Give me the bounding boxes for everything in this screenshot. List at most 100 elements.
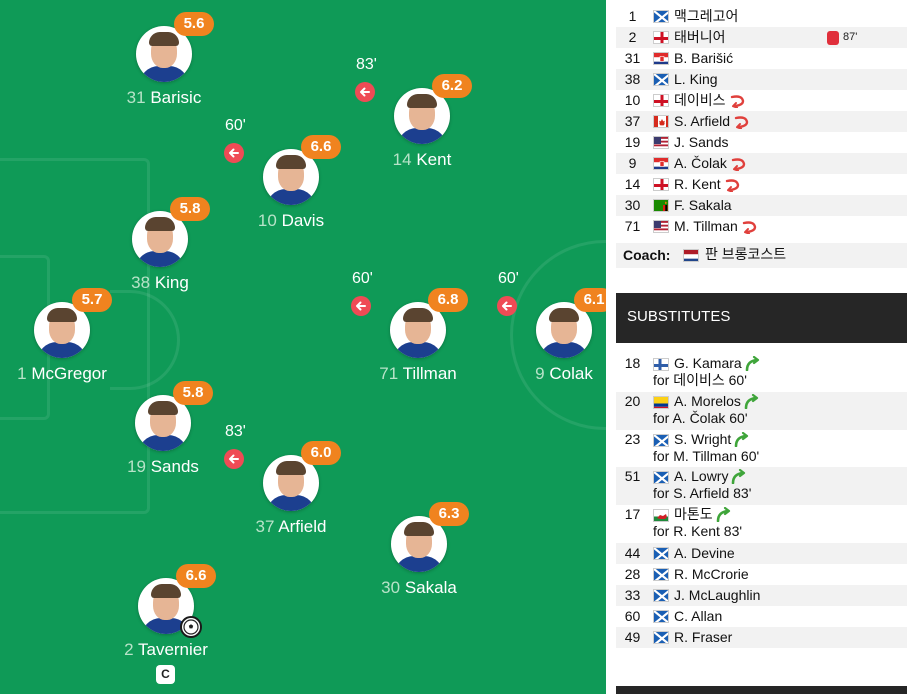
sub-off-arrow-icon — [729, 94, 747, 111]
lineup-row[interactable]: 37 S. Arfield — [616, 111, 907, 132]
shirt-number: 49 — [624, 629, 641, 645]
substitute-row[interactable]: 51 A. Lowry for S. Arfield 83' — [616, 467, 907, 505]
player-number: 19 — [127, 457, 146, 476]
player-shirt — [397, 128, 447, 144]
substitute-row[interactable]: 49 R. Fraser — [616, 627, 907, 648]
shirt-number: 18 — [624, 355, 641, 371]
player-label[interactable]: 2 Tavernier — [91, 639, 241, 661]
croatia-flag-icon — [653, 157, 669, 170]
sub-off-arrow-icon — [724, 178, 742, 195]
lineup-row[interactable]: 19 J. Sands — [616, 132, 907, 153]
croatia-flag-icon — [653, 52, 669, 65]
pitch-player[interactable]: 6.3 30 Sakala — [344, 502, 494, 626]
player-name: Davis — [281, 211, 325, 230]
next-section-header — [616, 686, 907, 694]
player-name[interactable]: J. Sands — [674, 132, 728, 153]
replaced-player: for M. Tillman 60' — [653, 448, 760, 464]
red-card-minute: 87' — [843, 31, 858, 43]
player-name[interactable]: B. Barišić — [674, 48, 733, 69]
player-number: 31 — [126, 88, 146, 107]
player-name[interactable]: A. Čolak — [674, 153, 727, 174]
scotland-flag-icon — [653, 10, 669, 23]
player-hair — [276, 461, 306, 475]
sub-off-arrow-icon — [730, 157, 748, 174]
player-shirt — [266, 495, 316, 511]
player-name[interactable]: M. Tillman — [674, 216, 738, 237]
sub-minute: 60' — [498, 270, 519, 287]
player-name[interactable]: 태버니어 — [674, 27, 726, 48]
substitute-row[interactable]: 18 G. Kamara for 데이비스 60' — [616, 354, 907, 392]
player-name: Colak — [549, 364, 593, 383]
lineup-row[interactable]: 38 L. King — [616, 69, 907, 90]
shirt-number: 33 — [624, 587, 641, 603]
player-name[interactable]: 맥그레고어 — [674, 6, 738, 27]
player-rating-badge: 5.7 — [72, 288, 112, 312]
player-name[interactable]: R. Fraser — [674, 627, 732, 648]
player-rating-badge: 5.8 — [173, 381, 213, 405]
shirt-number: 28 — [624, 566, 641, 582]
lineup-row[interactable]: 2 태버니어 87' — [616, 27, 907, 48]
substitute-row[interactable]: 44 A. Devine — [616, 543, 907, 564]
player-name[interactable]: S. Arfield — [674, 111, 730, 132]
shirt-number: 44 — [624, 545, 641, 561]
coach-name[interactable]: 판 브롱코스트 — [705, 243, 786, 265]
sub-minute: 83' — [356, 56, 377, 73]
player-name: McGregor — [31, 364, 107, 383]
player-rating-badge: 6.3 — [429, 502, 469, 526]
player-name[interactable]: A. Devine — [674, 543, 735, 564]
lineup-row[interactable]: 9 A. Čolak — [616, 153, 907, 174]
player-name[interactable]: L. King — [674, 69, 718, 90]
pitch-player[interactable]: 6.6 60' 10 Davis — [216, 117, 366, 259]
lineup-row[interactable]: 31 B. Barišić — [616, 48, 907, 69]
substitute-row[interactable]: 28 R. McCrorie — [616, 564, 907, 585]
lineup-row[interactable]: 10 데이비스 — [616, 90, 907, 111]
substitute-row[interactable]: 23 S. Wright for M. Tillman 60' — [616, 430, 907, 468]
shirt-number: 2 — [628, 29, 637, 45]
player-hair — [148, 401, 178, 415]
player-label[interactable]: 10 Davis — [216, 210, 366, 232]
player-name: King — [154, 273, 189, 292]
player-hair — [47, 308, 77, 322]
player-label[interactable]: 1 McGregor — [0, 363, 137, 385]
netherlands-flag-icon — [683, 249, 699, 262]
player-name[interactable]: J. McLaughlin — [674, 585, 760, 606]
captain-badge: C — [156, 665, 175, 684]
substitute-row[interactable]: 60 C. Allan — [616, 606, 907, 627]
player-name[interactable]: R. McCrorie — [674, 564, 749, 585]
substitute-row[interactable]: 17 마톤도 for R. Kent 83' — [616, 505, 907, 543]
player-name[interactable]: R. Kent — [674, 174, 721, 195]
player-name[interactable]: 데이비스 — [674, 90, 726, 111]
player-label[interactable]: 71 Tillman — [343, 363, 493, 385]
player-label[interactable]: 31 Barisic — [89, 87, 239, 109]
lineup-row[interactable]: 1 맥그레고어 — [616, 6, 907, 27]
player-name[interactable]: F. Sakala — [674, 195, 732, 216]
sub-off-icon — [224, 449, 244, 469]
football-icon — [180, 616, 202, 638]
player-name: Kent — [416, 150, 452, 169]
lineup-row[interactable]: 14 R. Kent — [616, 174, 907, 195]
player-number: 9 — [535, 364, 545, 383]
wales-flag-icon — [653, 509, 669, 522]
pitch-player[interactable]: 6.2 83' 14 Kent — [347, 56, 497, 198]
player-label[interactable]: 14 Kent — [347, 149, 497, 171]
lineup-row[interactable]: 30 F. Sakala — [616, 195, 907, 216]
player-number: 71 — [379, 364, 399, 383]
player-hair — [149, 32, 179, 46]
player-name[interactable]: C. Allan — [674, 606, 722, 627]
sub-off-icon — [497, 296, 517, 316]
pitch-player[interactable]: 5.6 31 Barisic — [89, 12, 239, 136]
sub-off-arrow-icon — [741, 220, 759, 237]
substitutes-header: SUBSTITUTES — [616, 293, 907, 343]
usa-flag-icon — [653, 220, 669, 233]
lineup-row[interactable]: 71 M. Tillman — [616, 216, 907, 237]
player-number: 14 — [392, 150, 412, 169]
pitch-player[interactable]: 6.8 60' 71 Tillman — [343, 270, 493, 412]
player-hair — [404, 522, 434, 536]
player-hair — [151, 584, 181, 598]
pitch-player[interactable]: 6.6 C 2 Tavernier — [91, 564, 241, 688]
scotland-flag-icon — [653, 589, 669, 602]
player-label[interactable]: 30 Sakala — [344, 577, 494, 599]
substitute-row[interactable]: 33 J. McLaughlin — [616, 585, 907, 606]
scotland-flag-icon — [653, 434, 669, 447]
substitute-row[interactable]: 20 A. Morelos for A. Čolak 60' — [616, 392, 907, 430]
